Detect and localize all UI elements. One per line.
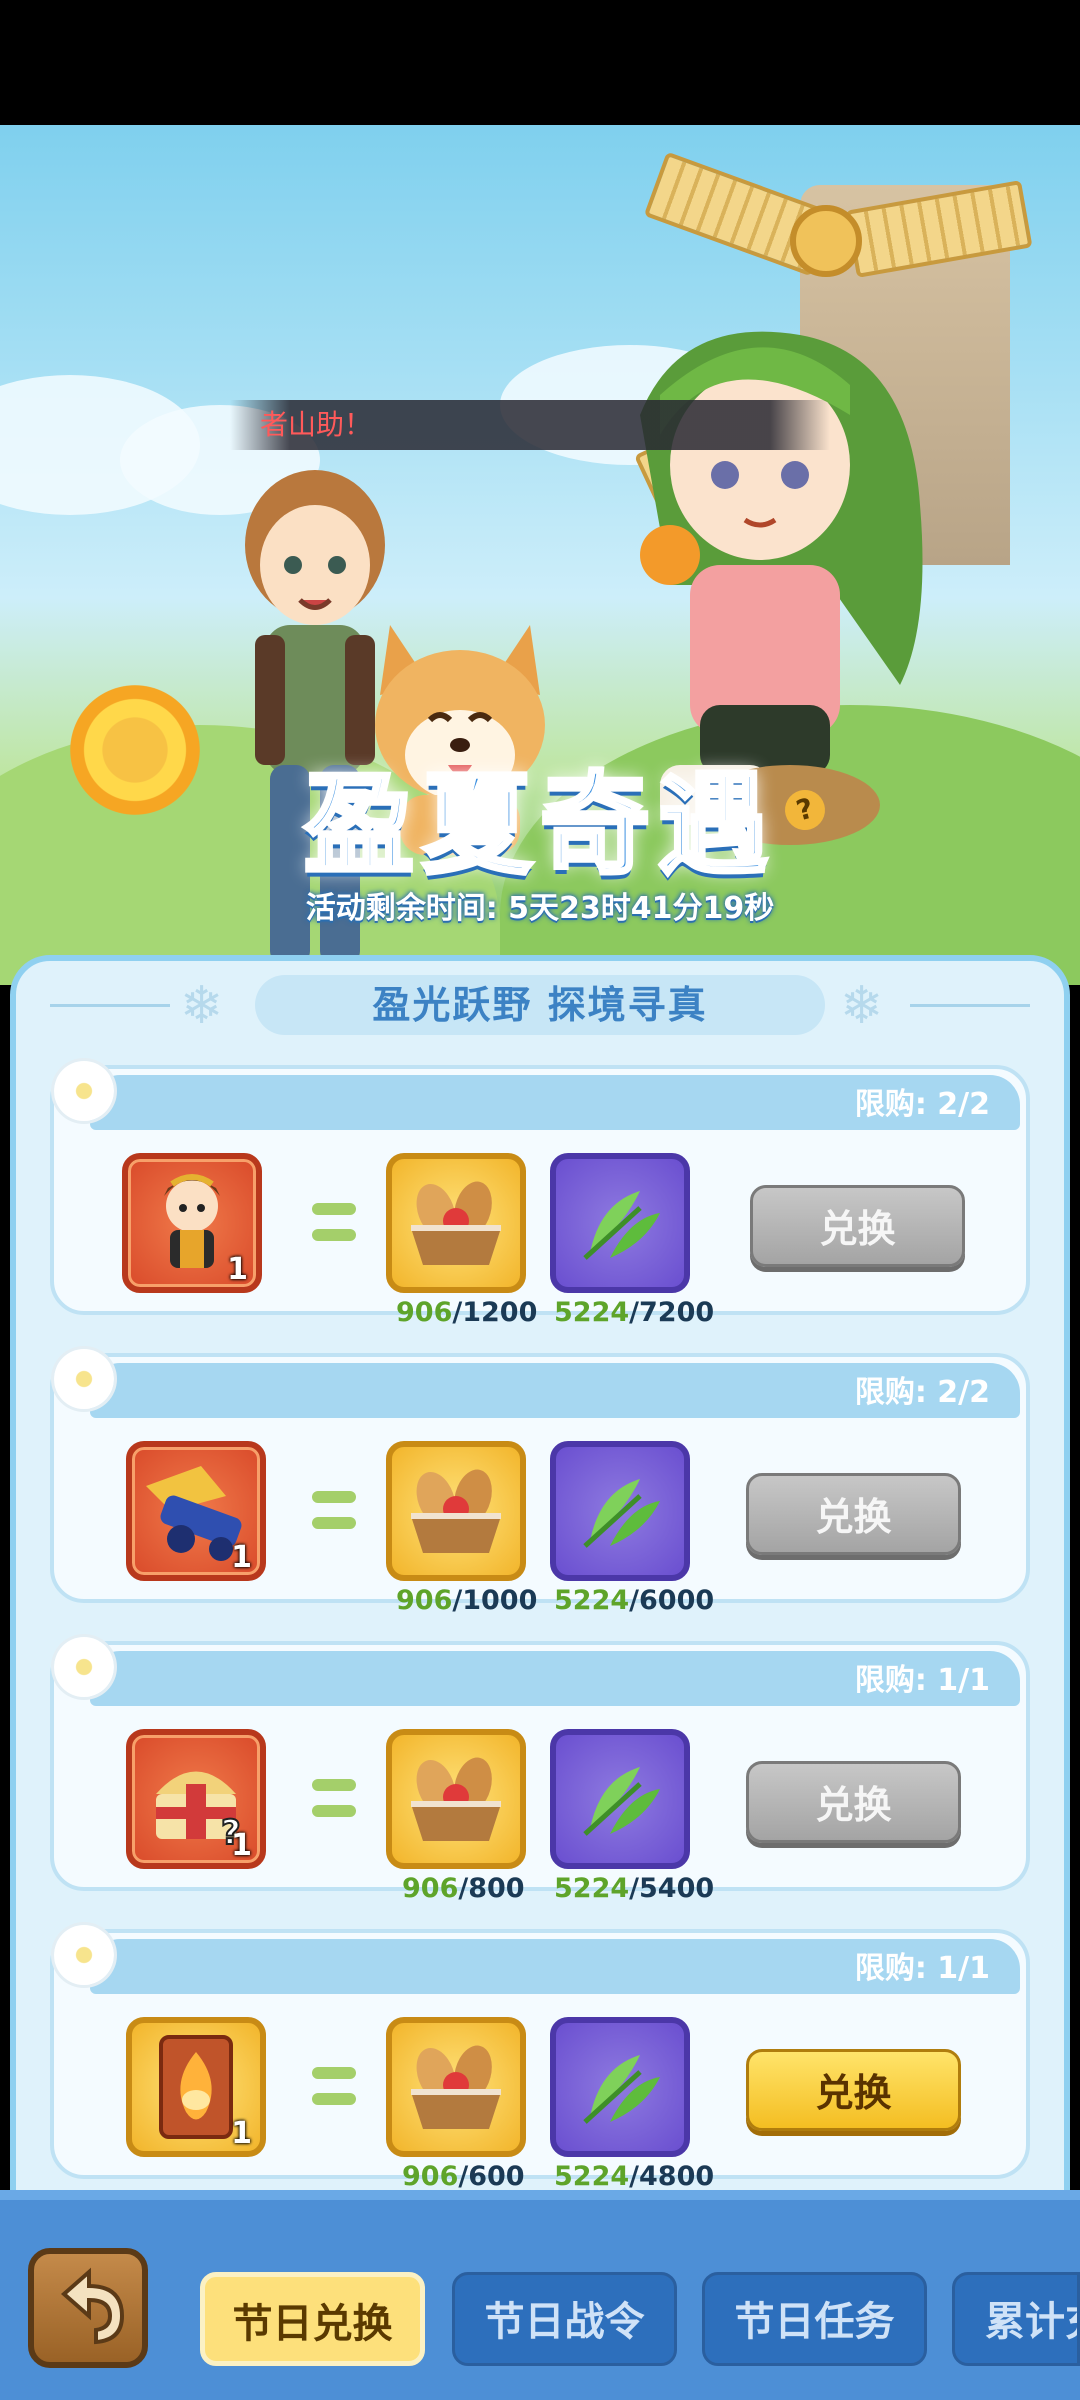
leaf-owned: 5224	[554, 1873, 630, 1904]
event-timer: 活动剩余时间: 5天23时41分19秒	[305, 891, 775, 926]
exchange-button[interactable]: 兑换	[750, 1185, 965, 1267]
reward-slot[interactable]: 1	[126, 1441, 266, 1581]
leaf-required: /5400	[629, 1873, 715, 1904]
green-leaf-icon	[583, 1767, 660, 1836]
scrolling-message: 者山助！	[230, 400, 830, 450]
flower-icon	[54, 1061, 114, 1121]
reward-quantity: 1	[231, 1540, 252, 1575]
leaf-owned: 5224	[554, 2161, 630, 2192]
exchange-button[interactable]: 兑换	[746, 1473, 961, 1555]
green-leaf-icon	[583, 2055, 660, 2124]
event-title: 盈夏奇遇	[302, 759, 776, 891]
scroll-text: 者山助！	[260, 408, 373, 441]
divider	[50, 1004, 170, 1007]
leaf-count: 5224/5400	[554, 1873, 714, 1904]
back-button[interactable]	[28, 2248, 148, 2368]
bread-required: /600	[458, 2161, 525, 2192]
tab-festival-pass[interactable]: 节日战令	[452, 2272, 677, 2366]
exchange-row: 限购: 1/1 1 906/600 5224/4800 兑换	[50, 1925, 1030, 2192]
panel-header: 盈光跃野 探境寻真	[255, 975, 825, 1035]
leaf-required: /7200	[629, 1297, 715, 1328]
equals-icon	[312, 2067, 356, 2105]
bread-basket-icon	[411, 2045, 501, 2129]
exchange-row: 限购: 2/2 1 906/1200 5224/7200 兑换	[50, 1061, 1030, 1328]
snowflake-icon: ❄	[840, 976, 884, 1036]
equals-icon	[312, 1491, 356, 1529]
bread-required: /800	[458, 1873, 525, 1904]
reward-slot[interactable]: 1	[122, 1153, 262, 1293]
leaf-required: /4800	[629, 2161, 715, 2192]
bread-count: 906/1000	[396, 1585, 537, 1616]
event-banner: 者山助！ 盈夏奇遇 ? 活动剩余时间: 5天23时41分19秒	[0, 125, 1080, 985]
exchange-row: 限购: 1/1 ? 1 906/800 5224/5400 兑换	[50, 1637, 1030, 1904]
back-arrow-icon	[60, 2267, 125, 2345]
windmill-hub	[790, 205, 862, 277]
bread-basket-icon	[411, 1469, 501, 1553]
bread-basket-slot[interactable]	[386, 1729, 526, 1869]
leaf-count: 5224/4800	[554, 2161, 714, 2192]
bread-basket-icon	[411, 1757, 501, 1841]
purchase-limit: 限购: 1/1	[854, 1951, 990, 1986]
leaf-owned: 5224	[554, 1297, 630, 1328]
exchange-button[interactable]: 兑换	[746, 1761, 961, 1843]
bread-owned: 906	[396, 1585, 453, 1616]
bread-owned: 906	[396, 1297, 453, 1328]
leaf-count: 5224/7200	[554, 1297, 714, 1328]
flower-icon	[54, 1637, 114, 1697]
bread-basket-slot[interactable]	[386, 1441, 526, 1581]
equals-icon	[312, 1779, 356, 1817]
bread-owned: 906	[402, 2161, 459, 2192]
flower-icon	[54, 1925, 114, 1985]
reward-quantity: 1	[227, 1252, 248, 1287]
leaf-count: 5224/6000	[554, 1585, 714, 1616]
bread-basket-icon	[411, 1181, 501, 1265]
leaf-required: /6000	[629, 1585, 715, 1616]
tab-festival-exchange[interactable]: 节日兑换	[200, 2272, 425, 2366]
reward-quantity: 1	[231, 1828, 252, 1863]
bread-basket-slot[interactable]	[386, 1153, 526, 1293]
bread-basket-slot[interactable]	[386, 2017, 526, 2157]
bread-count: 906/1200	[396, 1297, 537, 1328]
exchange-button-active[interactable]: 兑换	[746, 2049, 961, 2131]
purchase-limit: 限购: 2/2	[854, 1375, 990, 1410]
reward-slot[interactable]: 1	[126, 2017, 266, 2157]
bread-required: /1200	[452, 1297, 538, 1328]
leaf-owned: 5224	[554, 1585, 630, 1616]
reward-slot[interactable]: ? 1	[126, 1729, 266, 1869]
leaf-slot[interactable]	[550, 1729, 690, 1869]
green-leaf-icon	[583, 1191, 660, 1260]
exchange-row: 限购: 2/2 1 906/1000 5224/6000 兑换	[50, 1349, 1030, 1616]
leaf-slot[interactable]	[550, 1441, 690, 1581]
tab-cumulative-recharge[interactable]: 累计充	[952, 2272, 1080, 2366]
snowflake-icon: ❄	[180, 976, 224, 1036]
bread-required: /1000	[452, 1585, 538, 1616]
equals-icon	[312, 1203, 356, 1241]
leaf-slot[interactable]	[550, 1153, 690, 1293]
divider	[910, 1004, 1030, 1007]
flower-icon	[54, 1349, 114, 1409]
purchase-limit: 限购: 2/2	[854, 1087, 990, 1122]
bread-count: 906/600	[402, 2161, 525, 2192]
bread-owned: 906	[402, 1873, 459, 1904]
bread-count: 906/800	[402, 1873, 525, 1904]
tab-festival-tasks[interactable]: 节日任务	[702, 2272, 927, 2366]
green-leaf-icon	[583, 1479, 660, 1548]
purchase-limit: 限购: 1/1	[854, 1663, 990, 1698]
leaf-slot[interactable]	[550, 2017, 690, 2157]
reward-quantity: 1	[231, 2116, 252, 2151]
